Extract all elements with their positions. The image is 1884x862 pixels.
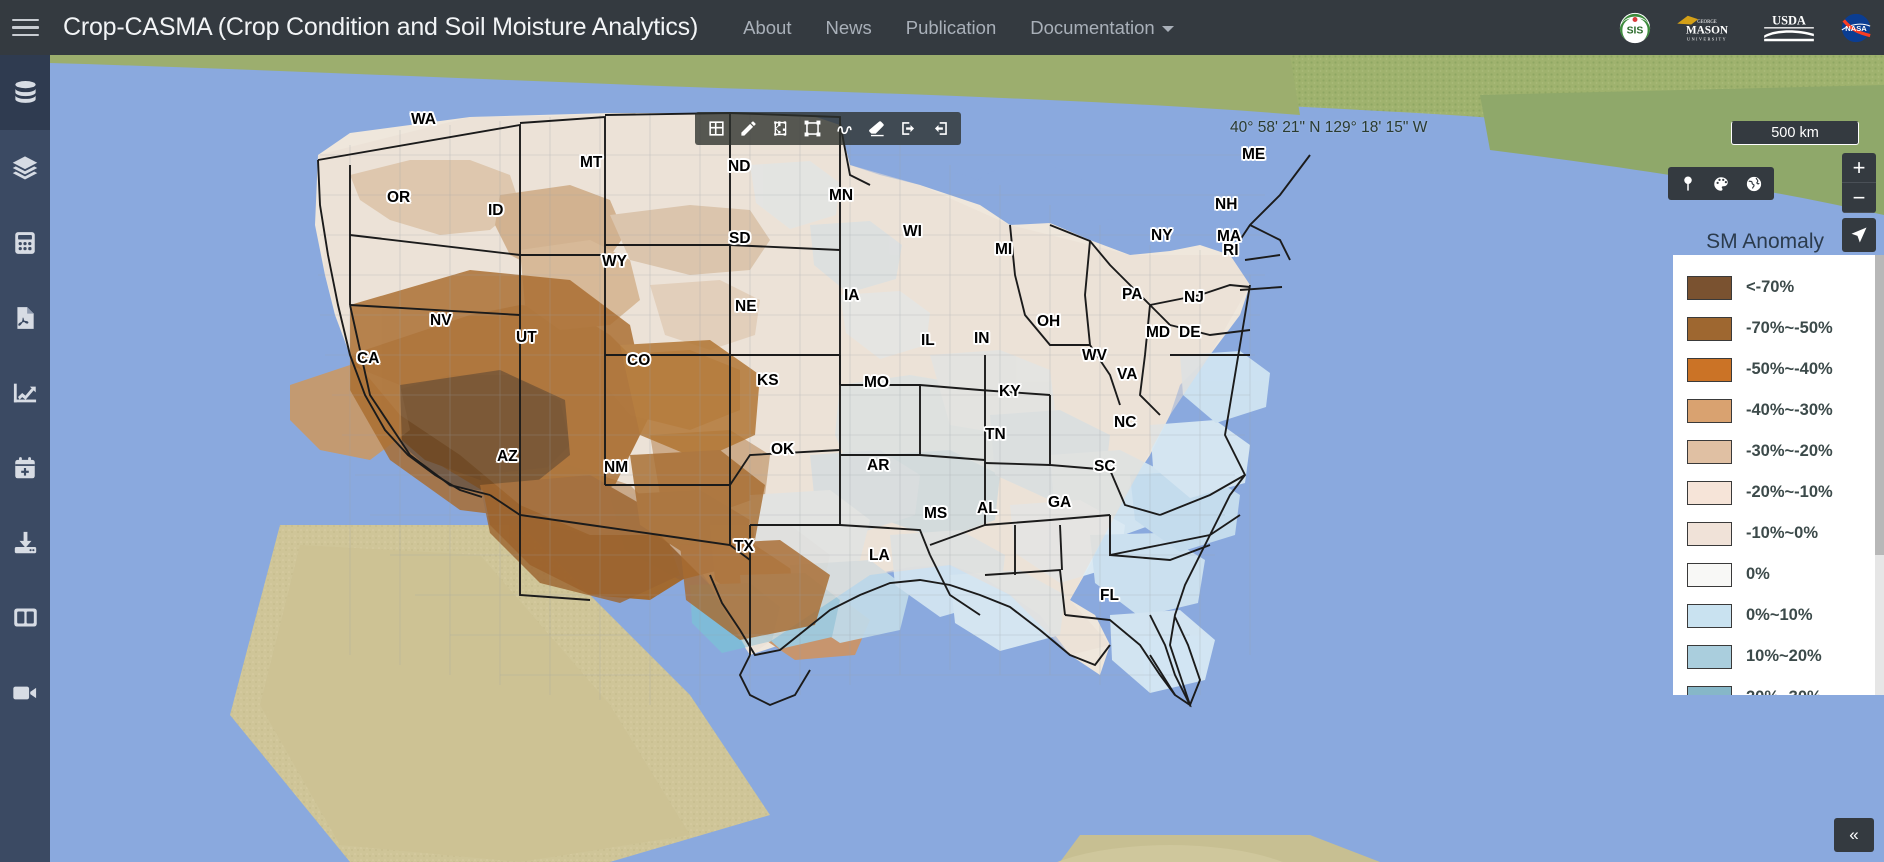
coordinate-readout: 40° 58' 21" N 129° 18' 15" W [1230,119,1427,137]
export-shape-tool[interactable] [925,114,955,143]
nasa-logo: NASA [1836,11,1876,44]
sidebar-item-timeseries[interactable] [0,355,50,430]
legend-row: <-70% [1687,267,1884,308]
split-panel-icon [12,604,39,631]
legend-label: -70%~-50% [1746,319,1833,338]
svg-text:UNIVERSITY: UNIVERSITY [1687,36,1727,41]
video-camera-icon [11,679,39,707]
navigation-arrow-button[interactable] [1842,218,1876,252]
george-mason-university-logo: GEORGE MASON UNIVERSITY [1672,11,1742,44]
import-shape-tool[interactable] [893,114,923,143]
legend-scrollbar-thumb[interactable] [1875,255,1884,555]
zoom-out-button[interactable]: − [1842,183,1876,213]
nav-link-about[interactable]: About [726,11,808,45]
legend-label: 10%~20% [1746,647,1822,666]
top-header-bar: Crop-CASMA (Crop Condition and Soil Mois… [0,0,1884,55]
legend-color-swatch [1687,440,1732,464]
page-title: Crop-CASMA (Crop Condition and Soil Mois… [63,13,698,42]
layers-icon [11,154,39,182]
legend-title: SM Anomaly [1706,230,1824,254]
legend-label: <-70% [1746,278,1794,297]
collapse-panel-button[interactable]: « [1834,818,1874,852]
legend-row: 20%~30% [1687,677,1884,695]
map-viewport[interactable]: WAMTNDMNMEORIDSDWINYNHMARIWYMIIANEPANJIL… [50,55,1884,862]
usda-logo: USDA [1760,11,1818,44]
sidebar-item-calendar[interactable] [0,430,50,505]
legend-row: -50%~-40% [1687,349,1884,390]
sidebar-item-report[interactable] [0,280,50,355]
legend-row: -30%~-20% [1687,431,1884,472]
pencil-draw-tool[interactable] [733,114,763,143]
legend-label: -20%~-10% [1746,483,1833,502]
legend-row: -10%~0% [1687,513,1884,554]
svg-text:NASA: NASA [1845,23,1867,32]
legend-label: 20%~30% [1746,688,1822,695]
legend-label: -40%~-30% [1746,401,1833,420]
calendar-plus-icon [12,455,38,481]
legend-label: -30%~-20% [1746,442,1833,461]
legend-label: -10%~0% [1746,524,1818,543]
legend-label: 0%~10% [1746,606,1813,625]
sidebar-item-statistics[interactable] [0,205,50,280]
legend-row: -20%~-10% [1687,472,1884,513]
nav-link-documentation[interactable]: Documentation [1013,11,1190,45]
globe-icon[interactable] [1739,169,1769,198]
legend-row: 10%~20% [1687,636,1884,677]
legend-color-swatch [1687,686,1732,696]
grid-tool[interactable] [701,114,731,143]
map-mode-toolbar[interactable] [1668,167,1774,200]
left-sidebar[interactable] [0,55,50,862]
chevron-down-icon [1162,26,1174,32]
freehand-tool[interactable] [829,114,859,143]
legend-scrollbar[interactable] [1875,255,1884,695]
hamburger-icon[interactable] [0,0,50,55]
sidebar-item-download[interactable] [0,505,50,580]
legend-row: -40%~-30% [1687,390,1884,431]
legend-row: 0%~10% [1687,595,1884,636]
sis-logo: SIS [1616,11,1654,44]
svg-text:SIS: SIS [1627,25,1644,36]
partner-logos: SIS GEORGE MASON UNIVERSITY USDA [1616,0,1876,55]
map-render [50,55,1884,862]
legend-color-swatch [1687,604,1732,628]
zoom-in-button[interactable]: + [1842,153,1876,183]
map-pin-icon[interactable] [1673,169,1703,198]
svg-text:USDA: USDA [1772,13,1806,27]
map-draw-toolbar[interactable] [695,112,961,145]
legend-label: -50%~-40% [1746,360,1833,379]
database-icon [12,79,39,106]
sidebar-item-layers[interactable] [0,130,50,205]
line-chart-icon [11,379,39,407]
download-icon [12,529,39,556]
rectangle-tool[interactable] [797,114,827,143]
legend-panel: <-70% -70%~-50% -50%~-40% -40%~-30% -30%~-20… [1673,255,1884,695]
polygon-tool[interactable] [765,114,795,143]
legend-color-swatch [1687,276,1732,300]
pdf-file-icon [12,305,38,331]
erase-tool[interactable] [861,114,891,143]
zoom-controls[interactable]: + − [1842,153,1876,213]
sidebar-item-animation[interactable] [0,655,50,730]
legend-color-swatch [1687,645,1732,669]
palette-icon[interactable] [1706,169,1736,198]
legend-color-swatch [1687,399,1732,423]
legend-color-swatch [1687,563,1732,587]
nav-link-news[interactable]: News [808,11,888,45]
legend-color-swatch [1687,481,1732,505]
legend-color-swatch [1687,358,1732,382]
legend-color-swatch [1687,317,1732,341]
legend-color-swatch [1687,522,1732,546]
legend-row: 0% [1687,554,1884,595]
nav-link-publication[interactable]: Publication [889,11,1014,45]
scale-bar: 500 km [1731,121,1859,145]
calculator-icon [12,230,38,256]
legend-row: -70%~-50% [1687,308,1884,349]
main-navigation[interactable]: AboutNewsPublicationDocumentation [726,11,1191,45]
svg-text:MASON: MASON [1686,24,1729,36]
application-root: WAMTNDMNMEORIDSDWINYNHMARIWYMIIANEPANJIL… [0,0,1884,862]
legend-label: 0% [1746,565,1770,584]
sidebar-item-split-view[interactable] [0,580,50,655]
sidebar-item-data[interactable] [0,55,50,130]
